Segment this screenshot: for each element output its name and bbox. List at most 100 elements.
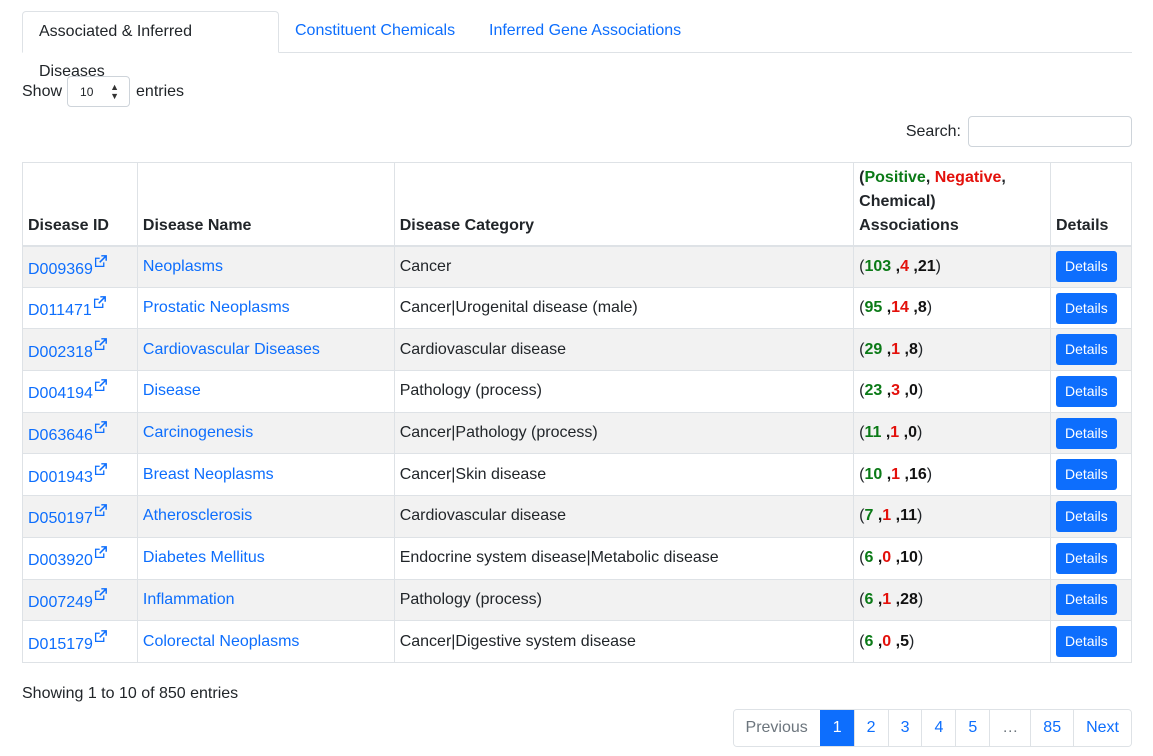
- disease-name-link[interactable]: Disease: [143, 382, 201, 399]
- tab-constituent-chemicals[interactable]: Constituent Chemicals: [279, 11, 471, 53]
- table-row: D004194 Disease Pathology (process) (23 ,3 …: [22, 370, 1133, 413]
- disease-id-link[interactable]: D063646: [28, 427, 93, 444]
- assoc-header-chemical: Chemical): [859, 192, 936, 210]
- chemical-count: 21: [917, 257, 936, 275]
- details-button[interactable]: Details: [1055, 292, 1117, 324]
- cell-associations: (10 ,1 ,16): [853, 453, 1051, 497]
- external-link-icon[interactable]: [94, 629, 107, 648]
- positive-count: 10: [864, 465, 883, 483]
- cell-disease-category: Cardiovascular disease: [393, 328, 855, 372]
- negative-count: 0: [882, 549, 892, 567]
- table-row: D015179 Colorectal Neoplasms Cancer|Digest…: [22, 620, 1133, 663]
- external-link-icon[interactable]: [94, 462, 107, 481]
- external-link-icon[interactable]: [94, 504, 107, 522]
- entries-per-page-select[interactable]: 10 ▲ ▼: [67, 76, 131, 107]
- cell-disease-category: Endocrine system disease|Metabolic disea…: [393, 536, 855, 580]
- assoc-header-positive: Positive: [864, 168, 926, 186]
- pagination-page-1[interactable]: 1: [819, 710, 854, 746]
- disease-id-link[interactable]: D004194: [28, 385, 93, 402]
- search-input[interactable]: [968, 116, 1132, 147]
- entries-per-page-value: 10: [80, 84, 94, 99]
- table-row: D002318 Cardiovascular Diseases Cardiovasc…: [22, 328, 1133, 372]
- search-control: Search:: [906, 116, 1132, 147]
- disease-name-link[interactable]: Neoplasms: [143, 258, 223, 275]
- disease-id-link[interactable]: D011471: [28, 302, 92, 319]
- tab-inferred-gene-associations[interactable]: Inferred Gene Associations: [473, 11, 697, 53]
- cell-disease-name: Cardiovascular Diseases: [136, 328, 395, 372]
- cell-details: Details: [1049, 578, 1133, 622]
- details-button[interactable]: Details: [1055, 251, 1117, 283]
- assoc-header-label: Associations: [859, 216, 959, 234]
- cell-details: Details: [1049, 286, 1133, 330]
- header-details[interactable]: Details: [1049, 162, 1133, 247]
- cell-disease-name: Atherosclerosis: [136, 495, 395, 538]
- cell-disease-category: Cardiovascular disease: [393, 495, 855, 538]
- cell-associations: (11 ,1 ,0): [853, 411, 1051, 455]
- external-link-icon[interactable]: [94, 546, 107, 564]
- table-row: D063646 Carcinogenesis Cancer|Pathology (p…: [22, 411, 1133, 455]
- pagination-page-2[interactable]: 2: [853, 710, 888, 746]
- details-button[interactable]: Details: [1055, 459, 1117, 491]
- pagination: Previous 1 2 3 4 5 … 85 Next: [732, 709, 1132, 747]
- disease-name-link[interactable]: Atherosclerosis: [143, 507, 252, 524]
- header-disease-category[interactable]: Disease Category: [393, 162, 855, 247]
- disease-name-link[interactable]: Cardiovascular Diseases: [143, 341, 320, 358]
- disease-name-link[interactable]: Colorectal Neoplasms: [143, 633, 300, 650]
- details-button[interactable]: Details: [1055, 584, 1117, 616]
- negative-count: 1: [882, 507, 892, 525]
- external-link-icon[interactable]: [93, 296, 106, 314]
- cell-disease-id: D011471: [22, 286, 138, 330]
- external-link-icon[interactable]: [94, 379, 107, 397]
- table-header: Disease ID Disease Name Disease Category…: [22, 162, 1133, 247]
- negative-count: 3: [891, 382, 901, 400]
- pagination-ellipsis: …: [989, 710, 1031, 746]
- header-associations[interactable]: (Positive, Negative, Chemical) Association…: [853, 162, 1051, 247]
- table-info: Showing 1 to 10 of 850 entries: [22, 685, 239, 702]
- pagination-next[interactable]: Next: [1073, 710, 1131, 746]
- pagination-page-3[interactable]: 3: [887, 710, 922, 746]
- table-body: D009369 Neoplasms Cancer (103 ,4 ,21) Detail…: [22, 245, 1133, 663]
- details-button[interactable]: Details: [1055, 334, 1117, 366]
- cell-associations: (6 ,1 ,28): [853, 578, 1051, 622]
- pagination-page-5[interactable]: 5: [955, 710, 990, 746]
- pagination-previous[interactable]: Previous: [733, 710, 820, 746]
- disease-name-link[interactable]: Diabetes Mellitus: [143, 549, 265, 566]
- disease-id-link[interactable]: D009369: [28, 261, 93, 278]
- cell-associations: (6 ,0 ,10): [853, 536, 1051, 580]
- details-button[interactable]: Details: [1055, 500, 1117, 532]
- details-button[interactable]: Details: [1055, 626, 1117, 658]
- disease-id-link[interactable]: D001943: [28, 469, 93, 486]
- disease-id-link[interactable]: D050197: [28, 510, 93, 527]
- cell-disease-name: Carcinogenesis: [136, 411, 395, 455]
- external-link-icon[interactable]: [94, 587, 107, 606]
- negative-count: 14: [891, 299, 909, 317]
- disease-id-link[interactable]: D003920: [28, 552, 93, 569]
- disease-name-link[interactable]: Prostatic Neoplasms: [143, 299, 290, 316]
- negative-count: 1: [891, 465, 901, 483]
- disease-name-link[interactable]: Breast Neoplasms: [143, 466, 274, 483]
- cell-disease-name: Neoplasms: [136, 245, 395, 288]
- disease-id-link[interactable]: D015179: [28, 636, 93, 653]
- pagination-page-last[interactable]: 85: [1030, 710, 1074, 746]
- details-button[interactable]: Details: [1055, 375, 1117, 407]
- external-link-icon[interactable]: [94, 337, 107, 356]
- external-link-icon[interactable]: [94, 421, 107, 439]
- length-suffix-label: entries: [136, 82, 185, 100]
- details-button[interactable]: Details: [1055, 542, 1117, 574]
- disease-name-link[interactable]: Carcinogenesis: [143, 424, 253, 441]
- header-disease-name[interactable]: Disease Name: [136, 162, 395, 247]
- disease-name-link[interactable]: Inflammation: [143, 591, 235, 608]
- pagination-page-4[interactable]: 4: [921, 710, 956, 746]
- cell-disease-name: Disease: [136, 370, 395, 413]
- details-button[interactable]: Details: [1055, 417, 1117, 449]
- cell-disease-name: Breast Neoplasms: [136, 453, 395, 497]
- disease-id-link[interactable]: D002318: [28, 344, 93, 361]
- chemical-count: 8: [917, 299, 927, 317]
- tab-associated-inferred-diseases[interactable]: Associated & Inferred Diseases: [22, 11, 279, 80]
- disease-id-link[interactable]: D007249: [28, 594, 93, 611]
- cell-disease-name: Inflammation: [136, 578, 395, 622]
- cell-disease-category: Cancer|Pathology (process): [393, 411, 855, 455]
- tab-bar: Associated & Inferred Diseases Constitue…: [22, 11, 1132, 80]
- external-link-icon[interactable]: [94, 254, 107, 273]
- header-disease-id[interactable]: Disease ID: [22, 162, 138, 247]
